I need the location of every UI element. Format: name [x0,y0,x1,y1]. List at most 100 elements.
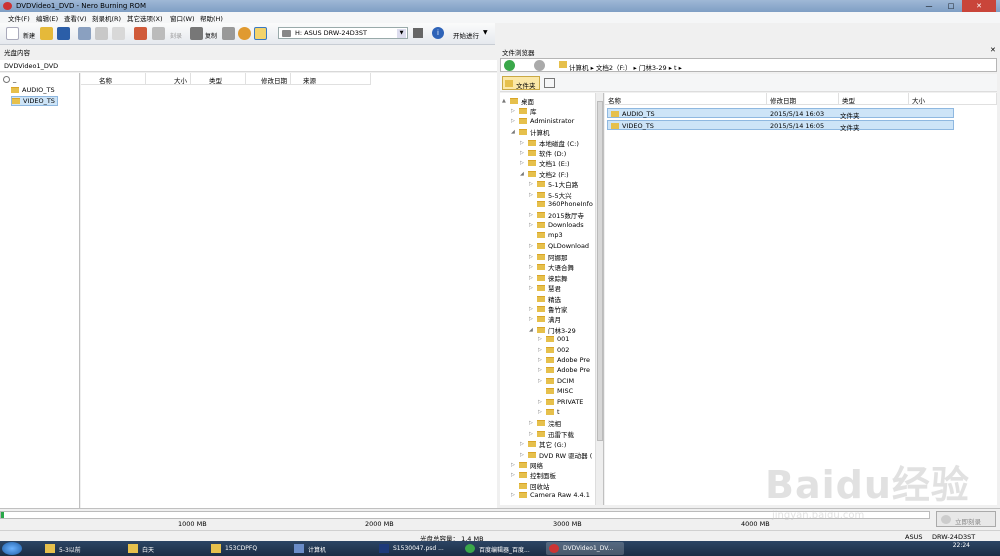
expander-icon[interactable]: ▲ [502,98,508,104]
expander-icon[interactable]: ▷ [529,181,535,187]
expander-icon[interactable]: ▷ [538,378,544,384]
tree-item[interactable]: ▷ 控制面板 [511,470,556,480]
tree-item[interactable]: ▷ Adobe Pre [538,366,590,374]
disc-root-label[interactable]: _ [13,75,16,83]
tree-item[interactable]: ▷ DVD RW 驱动器 ( [520,450,592,460]
tree-item[interactable]: ◢ 文档2 (F:) [520,169,569,179]
copy-disc-icon[interactable] [190,27,203,40]
breadcrumb-computer[interactable]: 计算机 [569,64,589,72]
tree-item[interactable]: ▷ 002 [538,346,569,354]
col-source[interactable]: 来源 [291,73,371,85]
tree-item[interactable]: ▷ 鲁竹家 [529,304,568,314]
tree-item[interactable]: ▷ 5-5大兴 [529,190,572,200]
paste-icon[interactable] [112,27,125,40]
start-button[interactable]: 开始进行 [453,30,479,40]
tree-item[interactable]: ▷ 软件 (D:) [520,148,566,158]
expander-icon[interactable]: ▷ [529,316,535,322]
info-icon[interactable]: i [432,27,444,39]
tree-item[interactable]: ▷ Downloads [529,221,584,229]
tree-item[interactable]: ▷ 库 [511,106,537,116]
col-size[interactable]: 大小 [909,93,997,105]
file-row[interactable]: VIDEO_TS 2015/5/14 16:05 文件夹 [607,120,954,132]
tree-item[interactable]: ▷ 浣相 [529,418,561,428]
task-item[interactable]: 153CDPFQ [208,542,286,555]
tree-item[interactable]: ▷ 慧君 [529,283,561,293]
task-item[interactable]: 5-3以前 [42,542,120,555]
expander-icon[interactable]: ▷ [520,150,526,156]
task-item[interactable]: 白天 [125,542,203,555]
maximize-button[interactable]: □ [940,0,962,12]
file-browser-icon[interactable] [254,27,267,40]
toolbar-overflow-icon[interactable]: ▼ [483,29,491,41]
menu-view[interactable]: 查看(V) [64,13,87,23]
expander-icon[interactable]: ▷ [520,160,526,166]
start-orb-icon[interactable] [2,542,22,555]
expander-icon[interactable]: ◢ [529,327,535,333]
tree-item[interactable]: mp3 [529,231,563,239]
drive-select[interactable]: H: ASUS DRW-24D3ST ▼ [278,27,408,39]
forward-icon[interactable] [534,60,545,71]
tree-item[interactable]: ◢ 门林3-29 [529,325,576,335]
tree-item[interactable]: ▷ Adobe Pre [538,356,590,364]
tree-item-video-ts[interactable]: VIDEO_TS [11,96,58,106]
new-button-label[interactable]: 新建 [23,31,35,40]
expander-icon[interactable]: ◢ [520,171,526,177]
expander-icon[interactable]: ▷ [529,192,535,198]
view-mode-icon[interactable] [544,78,555,88]
expander-icon[interactable]: ▷ [538,367,544,373]
expander-icon[interactable]: ▷ [511,462,517,468]
file-row[interactable]: AUDIO_TS 2015/5/14 16:03 文件夹 [607,108,954,120]
expander-icon[interactable]: ▷ [520,140,526,146]
copy-icon[interactable] [95,27,108,40]
task-item-active[interactable]: DVDVideo1_DV... [546,542,624,555]
expander-icon[interactable]: ▷ [520,441,526,447]
open-folder-icon[interactable] [40,27,53,40]
col-size[interactable]: 大小 [146,73,191,85]
expander-icon[interactable]: ▷ [529,306,535,312]
tree-item[interactable]: ▷ Camera Raw 4.4.1 [511,491,590,499]
expander-icon[interactable]: ▷ [538,409,544,415]
tree-item[interactable]: ▷ 其它 (G:) [520,439,566,449]
col-type[interactable]: 类型 [191,73,246,85]
expander-icon[interactable]: ▷ [511,472,517,478]
expander-icon[interactable]: ◢ [511,129,517,135]
breadcrumb-subfolder[interactable]: t [674,64,677,72]
tree-item[interactable]: ▷ 文档1 (E:) [520,158,570,168]
drive-info-icon[interactable] [222,27,235,40]
menu-window[interactable]: 窗口(W) [170,13,195,23]
tree-item[interactable]: ▷ 大语合舞 [529,262,574,272]
new-doc-icon[interactable] [6,27,19,40]
tree-item[interactable]: ▷ DCIM [538,377,574,385]
tree-item[interactable]: ▷ t [538,408,560,416]
drive-props-icon[interactable] [413,28,423,38]
tree-item[interactable]: ▷ 阿娜那 [529,252,568,262]
tree-item[interactable]: 回收站 [511,481,550,491]
tree-item[interactable]: ▷ 5-1大白路 [529,179,578,189]
col-type[interactable]: 类型 [839,93,909,105]
col-modified[interactable]: 修改日期 [767,93,839,105]
cut-icon[interactable] [78,27,91,40]
expander-icon[interactable]: ▷ [529,285,535,291]
minimize-button[interactable]: — [918,0,940,12]
expander-icon[interactable]: ▷ [538,399,544,405]
menu-extras[interactable]: 其它选项(X) [127,13,163,23]
tree-item[interactable]: ◢ 计算机 [511,127,550,137]
tree-item[interactable]: ▷ 满月 [529,314,561,324]
expander-icon[interactable]: ▷ [529,254,535,260]
breadcrumb-drive[interactable]: 文档2（F:） [596,64,632,72]
expander-icon[interactable]: ▷ [529,222,535,228]
chevron-down-icon[interactable]: ▼ [397,29,406,38]
tree-scrollbar[interactable] [595,93,603,505]
tree-item[interactable]: 360PhoneInfo [529,200,593,208]
menu-help[interactable]: 帮助(H) [200,13,223,23]
tree-item-audio-ts[interactable]: AUDIO_TS [11,86,55,94]
breadcrumb-folder[interactable]: 门林3-29 [639,64,667,72]
task-item[interactable]: 计算机 [291,542,369,555]
tree-item[interactable]: ▷ 迅雷下载 [529,429,574,439]
save-icon[interactable] [57,27,70,40]
task-item[interactable]: S1530047.psd ... [376,542,460,555]
copy-button-label[interactable]: 复制 [205,31,217,40]
tree-item[interactable]: ▷ 001 [538,335,569,343]
tree-item[interactable]: ▷ Administrator [511,117,574,125]
eject-icon[interactable] [238,27,251,40]
